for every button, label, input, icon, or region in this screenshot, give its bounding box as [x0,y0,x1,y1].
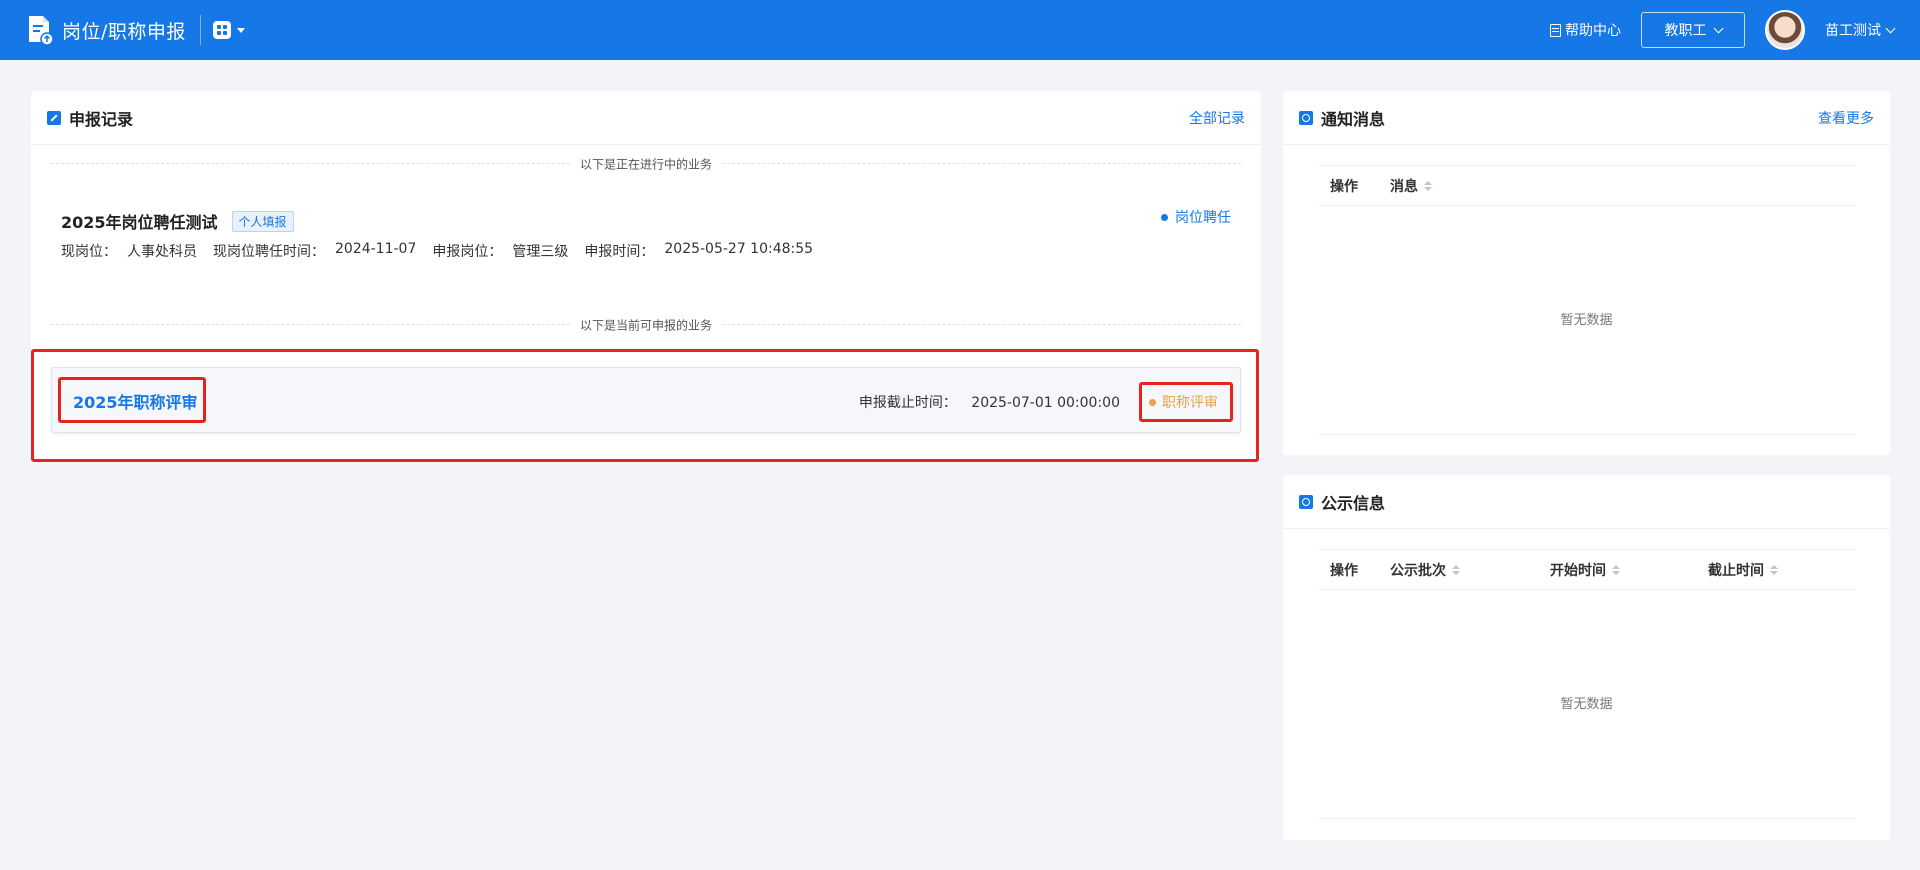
publicity-table: 操作 公示批次 开始时间 截止时间 暂无数据 [1318,549,1855,819]
column-header-message[interactable]: 消息 [1378,176,1432,196]
notice-card-header: 通知消息 查看更多 [1283,91,1890,145]
personal-fill-tag: 个人填报 [231,210,294,232]
sort-icon[interactable] [1612,564,1620,575]
document-icon [1550,23,1561,37]
header-divider [199,15,201,45]
column-header-start-time[interactable]: 开始时间 [1538,560,1696,580]
meta-key: 现岗位： [61,244,117,260]
document-upload-icon [26,14,54,46]
empty-text: 暂无数据 [1560,697,1613,712]
meta-value: 2025-05-27 10:48:55 [664,241,814,257]
current-record-header: 2025年岗位聘任测试 个人填报 [61,209,294,233]
publicity-card-header: 公示信息 [1283,475,1890,529]
current-record-title[interactable]: 2025年岗位聘任测试 [61,209,218,233]
sort-icon[interactable] [1424,180,1432,191]
records-title: 申报记录 [69,109,134,129]
app-grid-icon [212,21,231,39]
publicity-title: 公示信息 [1321,493,1386,513]
meta-key: 申报岗位： [432,244,503,260]
available-item[interactable]: 2025年职称评审 申报截止时间： 2025-07-01 00:00:00 职称… [51,367,1241,433]
notice-table-header: 操作 消息 [1318,165,1855,206]
user-menu[interactable]: 苗工测试 [1825,20,1896,40]
notice-title: 通知消息 [1321,109,1386,129]
help-center-label: 帮助中心 [1565,23,1621,39]
publicity-table-header: 操作 公示批次 开始时间 截止时间 [1318,549,1855,590]
deadline-key: 申报截止时间： [858,395,957,411]
help-center-link[interactable]: 帮助中心 [1550,20,1621,40]
column-header-batch[interactable]: 公示批次 [1378,560,1538,580]
current-record-meta: 现岗位： 人事处科员 现岗位聘任时间： 2024-11-07 申报岗位： 管理三… [61,241,829,261]
records-card: 申报记录 全部记录 以下是正在进行中的业务 2025年岗位聘任测试 个人填报 岗… [31,91,1261,462]
current-record-type-label: 岗位聘任 [1175,210,1231,226]
chevron-down-icon [1713,23,1723,33]
available-item-deadline: 申报截止时间： 2025-07-01 00:00:00 [859,392,1120,412]
available-divider: 以下是当前可申报的业务 [51,316,1241,334]
highlight-box-type [1139,382,1233,422]
highlight-box-title [58,377,206,423]
sort-icon[interactable] [1770,564,1778,575]
view-more-link[interactable]: 查看更多 [1818,108,1874,128]
empty-text: 暂无数据 [1560,313,1613,328]
sort-icon[interactable] [1452,564,1460,575]
brand[interactable]: 岗位/职称申报 [26,14,186,46]
meta-value: 人事处科员 [127,244,197,260]
in-progress-divider: 以下是正在进行中的业务 [51,155,1241,173]
role-select-value: 教职工 [1664,23,1707,39]
publicity-card: 公示信息 操作 公示批次 开始时间 截止时间 暂无数据 [1283,475,1890,840]
role-select[interactable]: 教职工 [1641,12,1745,48]
status-dot-icon [1161,213,1168,221]
meta-key: 申报时间： [584,244,655,260]
avatar[interactable] [1765,10,1805,50]
meta-key: 现岗位聘任时间： [213,244,325,260]
message-icon [1299,494,1313,509]
chevron-down-icon [1885,23,1896,33]
all-records-link[interactable]: 全部记录 [1189,108,1245,128]
message-icon [1299,110,1313,125]
notice-table: 操作 消息 暂无数据 [1318,165,1855,435]
available-label: 以下是当前可申报的业务 [571,316,721,334]
column-header-action: 操作 [1330,562,1358,579]
table-bottom-border [1318,818,1855,819]
deadline-value: 2025-07-01 00:00:00 [971,395,1120,411]
user-name: 苗工测试 [1825,23,1881,39]
current-record-type[interactable]: 岗位聘任 [1161,207,1231,227]
edit-icon [47,110,61,125]
records-card-header: 申报记录 全部记录 [31,91,1261,145]
notice-card: 通知消息 查看更多 操作 消息 暂无数据 [1283,91,1890,455]
meta-value: 管理三级 [512,244,569,260]
column-header-action: 操作 [1330,178,1358,195]
caret-down-icon [236,27,245,33]
app-title: 岗位/职称申报 [62,20,186,43]
meta-value: 2024-11-07 [335,241,417,257]
top-bar: 岗位/职称申报 帮助中心 教职工 苗工测试 [0,0,1920,60]
column-header-end-time[interactable]: 截止时间 [1696,560,1778,580]
in-progress-label: 以下是正在进行中的业务 [571,155,721,173]
app-switcher[interactable] [212,21,245,39]
table-bottom-border [1318,434,1855,435]
